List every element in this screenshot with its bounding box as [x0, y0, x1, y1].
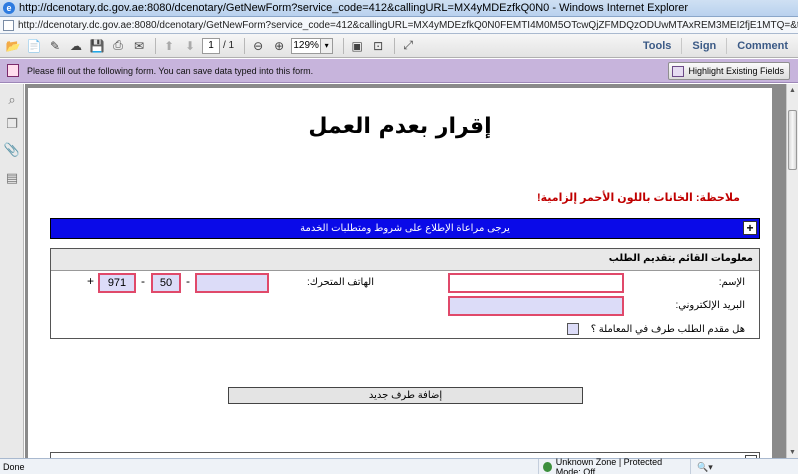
window-title: http://dcenotary.dc.gov.ae:8080/dcenotar… — [19, 2, 689, 14]
address-url[interactable]: http://dcenotary.dc.gov.ae:8080/dcenotar… — [18, 20, 798, 31]
country-code-field[interactable]: 971 — [98, 273, 136, 293]
navigation-pane: ⌕ ❐ 📎 ▤ — [0, 84, 24, 458]
name-field[interactable] — [448, 273, 624, 293]
ie-logo-icon: e — [3, 2, 15, 14]
applicant-section-heading: معلومات القائم بتقديم الطلب — [51, 249, 759, 271]
security-zone[interactable]: Unknown Zone | Protected Mode: Off — [538, 457, 686, 474]
reader-toolbar: 📂 📄 ✎ ☁ 💾 ⎙ ✉ ⬆ ⬇ 1 / 1 ⊖ ⊕ 129% ▾ ▣ ⊡ ⤢… — [0, 34, 798, 58]
zoom-dropdown-icon[interactable]: ▾ — [321, 37, 334, 54]
area-code-field[interactable]: 50 — [151, 273, 181, 293]
terms-bar[interactable]: يرجى مراعاة الإطلاع على شروط ومتطلبات ال… — [50, 218, 760, 239]
print-icon[interactable]: ⎙ — [109, 37, 127, 55]
open-icon[interactable]: 📂 — [4, 37, 22, 55]
phone-dash: - — [186, 274, 190, 288]
scroll-down-icon[interactable]: ▼ — [787, 446, 798, 458]
edit-icon[interactable]: ✎ — [46, 37, 64, 55]
save-icon[interactable]: 💾 — [88, 37, 106, 55]
highlight-icon — [672, 65, 685, 77]
toolbar-divider — [155, 37, 156, 54]
zoom-level-input[interactable]: 129% — [291, 37, 322, 54]
email-icon[interactable]: ✉ — [130, 37, 148, 55]
fit-width-icon[interactable]: ⊡ — [369, 37, 387, 55]
zoom-out-icon[interactable]: ⊖ — [249, 37, 267, 55]
bookmarks-icon[interactable]: ❐ — [4, 116, 20, 132]
country-code-value: 971 — [107, 277, 127, 289]
status-zoom-icon[interactable]: 🔍▾ — [690, 459, 713, 474]
upload-icon[interactable]: ☁ — [67, 37, 85, 55]
globe-icon — [543, 462, 552, 472]
party-question-label: هل مقدم الطلب طرف في المعاملة ؟ — [590, 324, 745, 335]
page-count: / 1 — [223, 40, 235, 51]
layers-icon[interactable]: ▤ — [4, 170, 20, 186]
highlight-fields-button[interactable]: Highlight Existing Fields — [668, 62, 790, 80]
email-label: البريد الإلكتروني: — [675, 300, 745, 311]
highlight-fields-label: Highlight Existing Fields — [688, 66, 784, 76]
vertical-scrollbar[interactable]: ▲ ▼ — [786, 84, 798, 458]
mobile-label: الهاتف المتحرك: — [307, 277, 375, 288]
email-field[interactable] — [448, 296, 624, 316]
comment-button[interactable]: Comment — [726, 38, 798, 54]
window-title-bar: e http://dcenotary.dc.gov.ae:8080/dcenot… — [0, 0, 798, 17]
phone-plus-sign: + — [87, 274, 95, 288]
phone-dash: - — [141, 274, 145, 288]
party-checkbox[interactable] — [567, 323, 579, 335]
form-message-bar: Please fill out the following form. You … — [0, 59, 798, 83]
scroll-up-icon[interactable]: ▲ — [787, 84, 798, 96]
area-code-value: 50 — [159, 277, 173, 289]
toolbar-divider — [343, 37, 345, 54]
attachments-icon[interactable]: 📎 — [4, 142, 20, 158]
pdf-page: إقرار بعدم العمل ملاحظة: الخانات باللون … — [28, 88, 772, 458]
page-number-input[interactable]: 1 — [202, 37, 220, 54]
form-icon — [7, 64, 19, 77]
status-text: Done — [3, 461, 25, 472]
create-pdf-icon[interactable]: 📄 — [25, 37, 43, 55]
next-page-icon[interactable]: ⬇ — [181, 37, 199, 55]
name-label: الإسم: — [718, 277, 745, 288]
address-bar[interactable]: http://dcenotary.dc.gov.ae:8080/dcenotar… — [0, 17, 798, 34]
applicant-section: معلومات القائم بتقديم الطلب الإسم: البري… — [50, 248, 760, 339]
tools-button[interactable]: Tools — [633, 38, 682, 54]
sign-button[interactable]: Sign — [681, 38, 726, 54]
form-title: إقرار بعدم العمل — [308, 114, 492, 139]
form-message-text: Please fill out the following form. You … — [27, 65, 314, 76]
scroll-thumb[interactable] — [788, 110, 797, 170]
mandatory-note: ملاحظة: الخانات باللون الأحمر إلزامية! — [536, 192, 740, 204]
add-party-button[interactable]: إضافة طرف جديد — [228, 387, 583, 404]
expand-terms-button[interactable]: + — [743, 221, 757, 235]
security-zone-text: Unknown Zone | Protected Mode: Off — [555, 457, 663, 474]
status-bar: Done Unknown Zone | Protected Mode: Off … — [0, 457, 798, 474]
page-icon — [3, 19, 14, 31]
fit-page-icon[interactable]: ▣ — [348, 37, 366, 55]
terms-bar-label: يرجى مراعاة الإطلاع على شروط ومتطلبات ال… — [300, 223, 510, 234]
phone-number-field[interactable] — [195, 273, 269, 293]
toolbar-divider — [394, 37, 396, 54]
fullscreen-icon[interactable]: ⤢ — [399, 37, 417, 55]
document-area: إقرار بعدم العمل ملاحظة: الخانات باللون … — [25, 84, 786, 458]
zoom-in-icon[interactable]: ⊕ — [270, 37, 288, 55]
page-thumbnails-icon[interactable]: ⌕ — [4, 92, 20, 108]
previous-page-icon[interactable]: ⬆ — [160, 37, 178, 55]
toolbar-divider — [244, 37, 246, 54]
toolbar-panes: Tools Sign Comment — [633, 34, 798, 58]
